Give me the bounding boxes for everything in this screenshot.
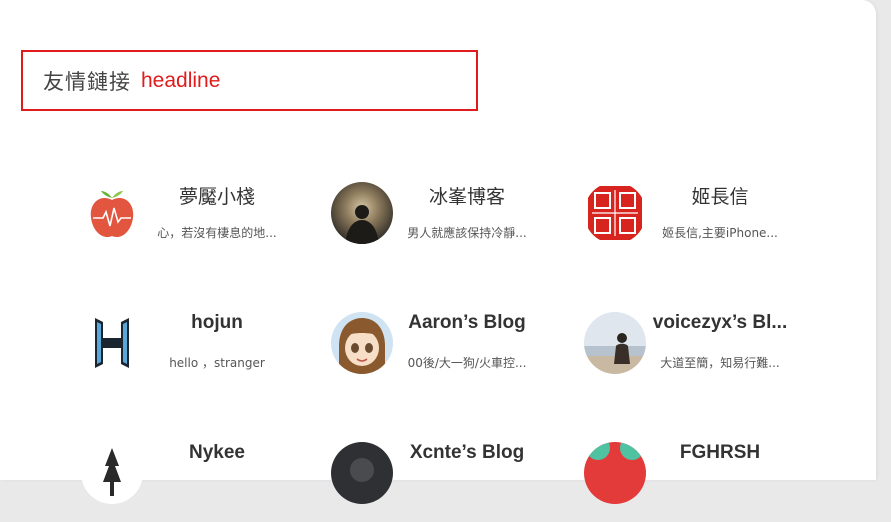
friend-link-desc: hello ，stranger: [169, 356, 265, 370]
apple-icon: [81, 182, 143, 244]
h-logo-icon: [81, 312, 143, 374]
friend-link-item[interactable]: 姬長信 姬長信,主要iPhone...: [584, 182, 824, 262]
friend-link-item[interactable]: hojun hello ，stranger: [81, 312, 321, 392]
friend-link-name: Nykee: [189, 442, 245, 463]
friend-link-name: hojun: [191, 312, 243, 333]
friend-link-desc: 00後/大一狗/火車控...: [407, 356, 527, 370]
friend-link-item[interactable]: Nykee: [81, 442, 321, 522]
section-title: 友情鏈接: [43, 69, 131, 94]
friend-link-item[interactable]: 冰峯博客 男人就應該保持冷靜...: [331, 182, 571, 262]
friend-link-name: 夢魘小棧: [178, 186, 255, 208]
friend-link-item[interactable]: Xcnte’s Blog: [331, 442, 571, 522]
anime-girl-icon: [331, 312, 393, 374]
tree-icon: [81, 442, 143, 504]
friend-link-name: FGHRSH: [679, 442, 761, 463]
person-silhouette-icon: [331, 182, 393, 244]
friend-link-name: 姬長信: [691, 186, 749, 208]
friend-link-item[interactable]: FGHRSH: [584, 442, 824, 522]
friend-link-desc: 心，若沒有棲息的地...: [157, 226, 277, 240]
friend-link-desc: 大道至簡，知易行難...: [660, 356, 780, 370]
colorful-avatar-icon: [584, 442, 646, 504]
red-seal-icon: [584, 182, 646, 244]
friend-link-name: Aaron’s Blog: [408, 312, 526, 333]
friend-link-desc: 姬長信,主要iPhone...: [662, 226, 778, 240]
beach-person-icon: [584, 312, 646, 374]
friend-link-item[interactable]: 夢魘小棧 心，若沒有棲息的地...: [81, 182, 321, 262]
friend-link-name: Xcnte’s Blog: [409, 442, 525, 463]
friend-link-item[interactable]: voicezyx’s Bl... 大道至簡，知易行難...: [584, 312, 824, 392]
friend-link-desc: 男人就應該保持冷靜...: [407, 226, 527, 240]
dark-avatar-icon: [331, 442, 393, 504]
friend-link-name: voicezyx’s Bl...: [652, 312, 788, 333]
section-tag: headline: [141, 68, 221, 92]
friend-link-name: 冰峯博客: [428, 186, 505, 208]
friend-links-card: 友情鏈接 headline 夢魘小棧 心，若沒有棲息的地... 冰峯博客 男人就…: [0, 0, 876, 504]
friend-link-item[interactable]: Aaron’s Blog 00後/大一狗/火車控...: [331, 312, 571, 392]
section-headline: 友情鏈接 headline: [21, 50, 478, 111]
